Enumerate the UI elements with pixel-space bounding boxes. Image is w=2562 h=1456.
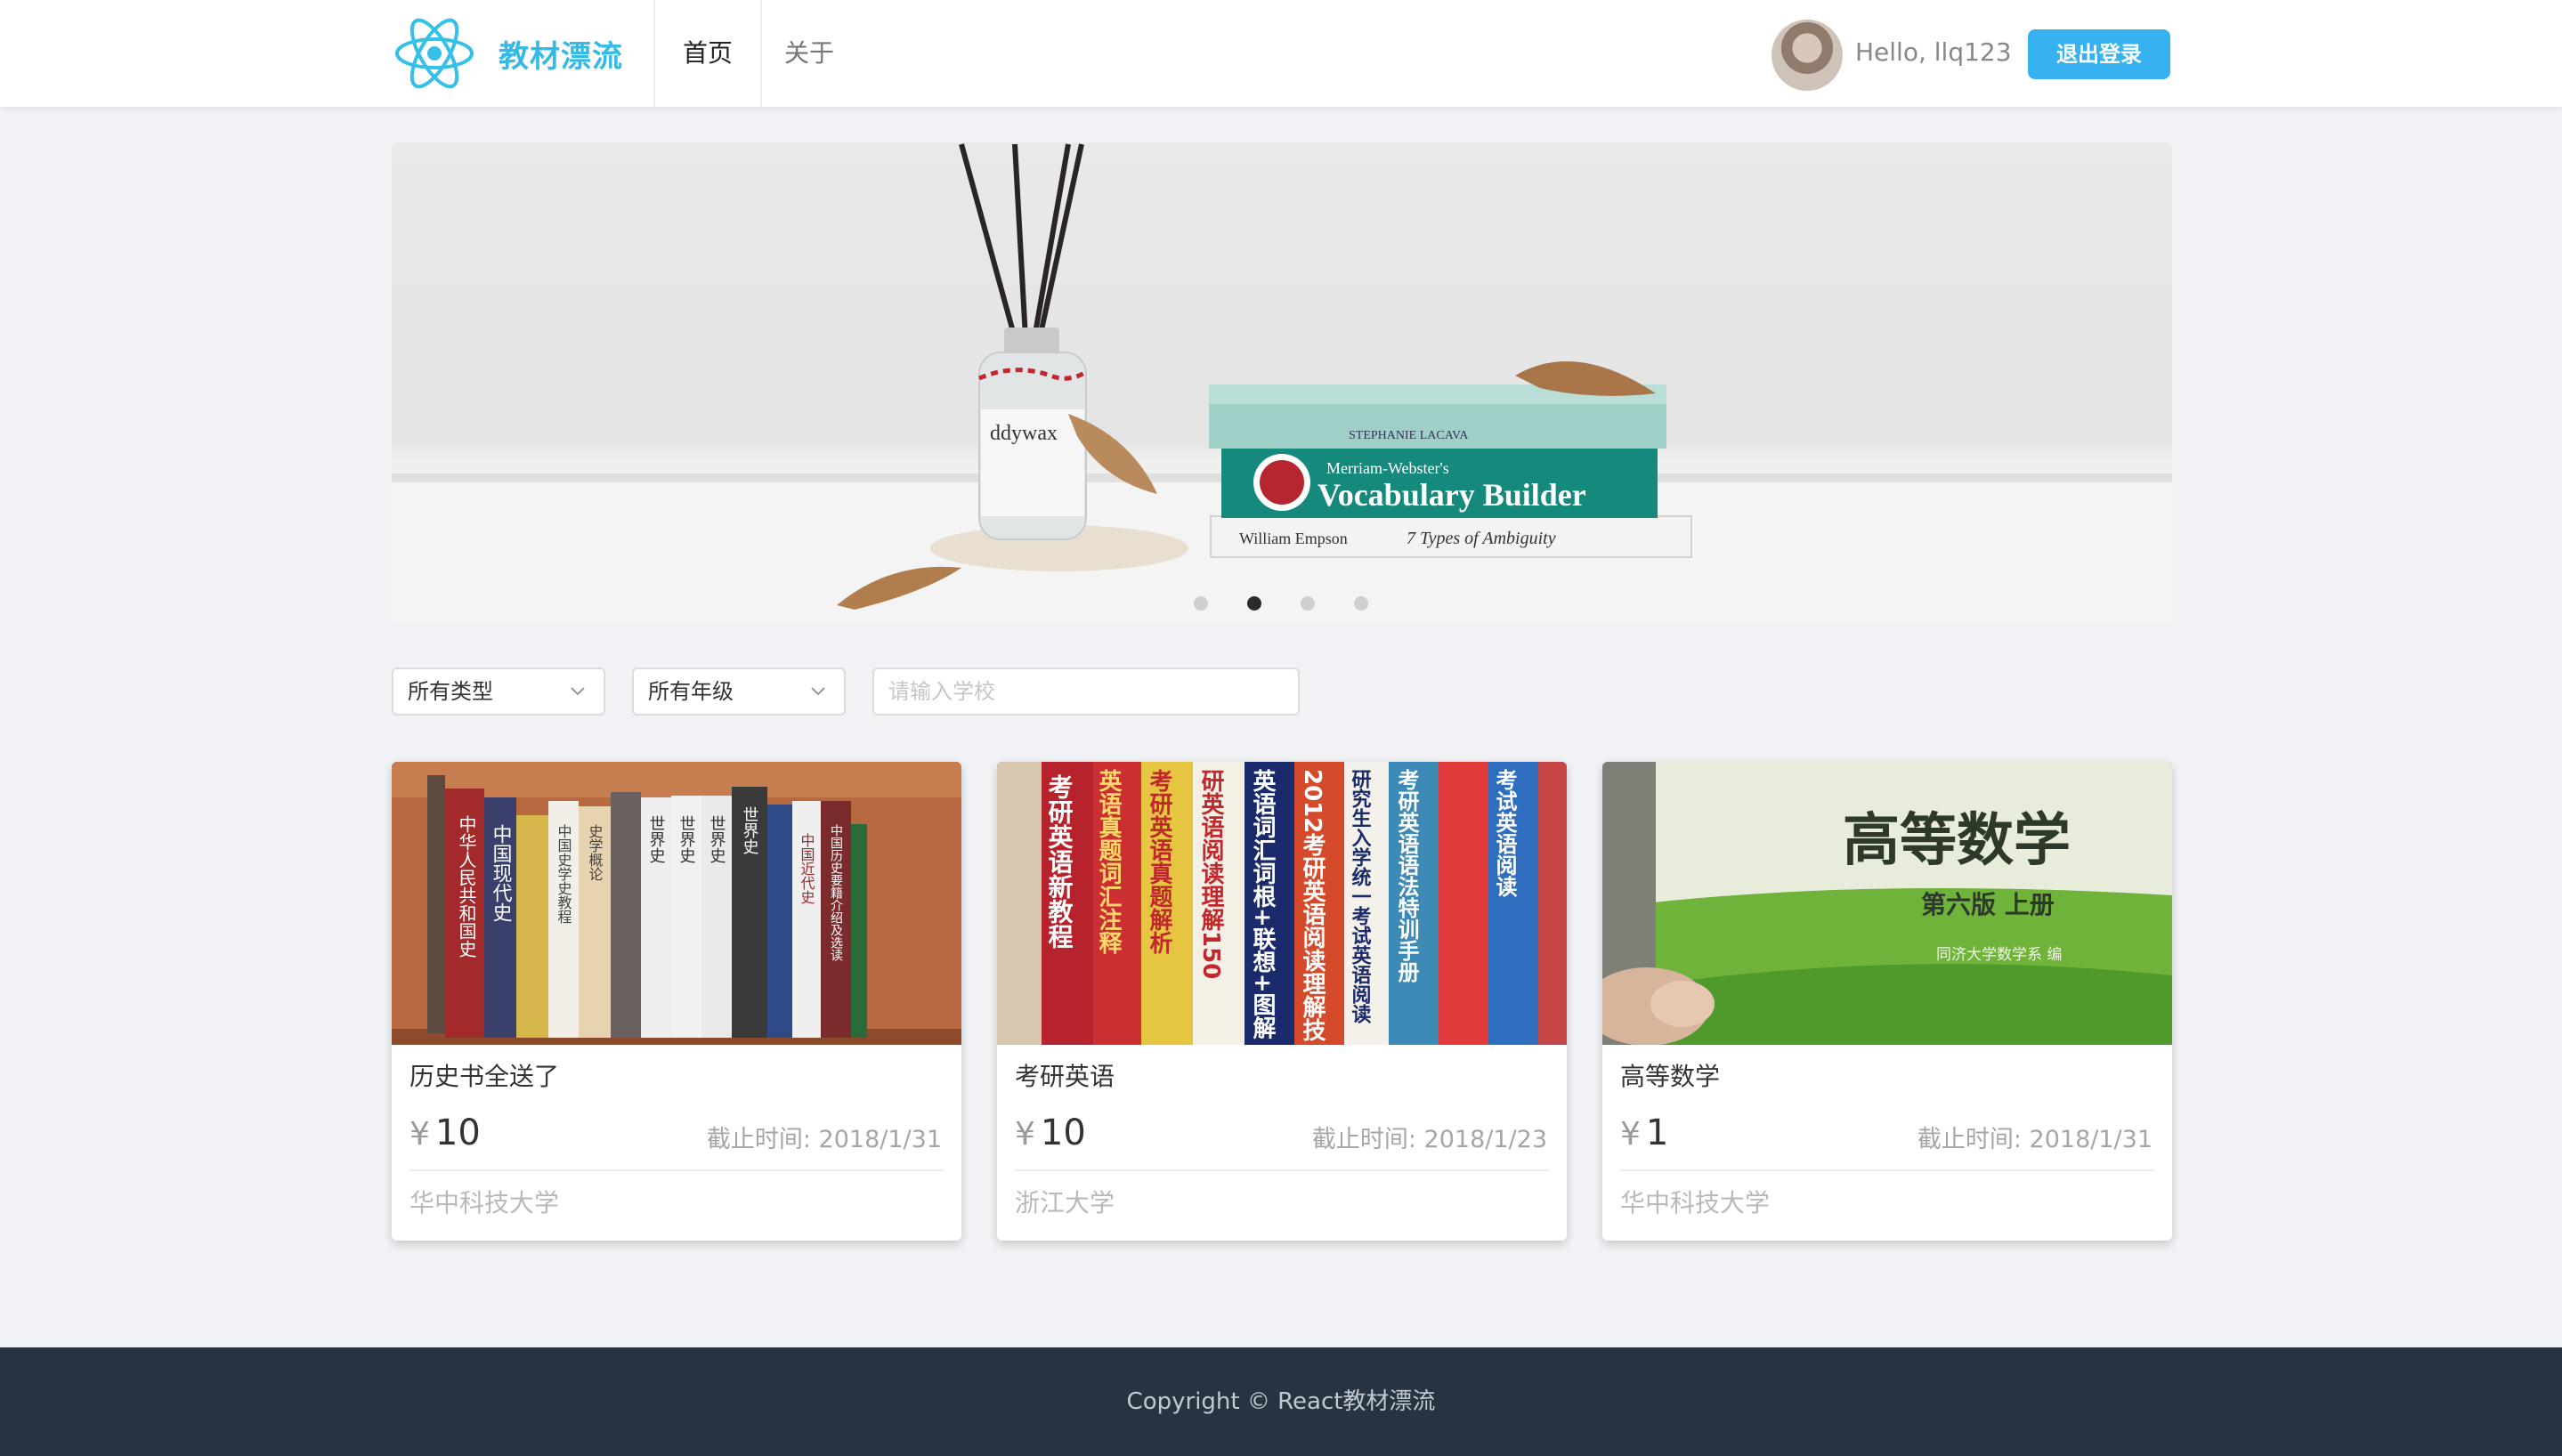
spine-text: 世界史	[741, 806, 759, 854]
user-avatar[interactable]	[1772, 20, 1843, 91]
listing-deadline: 截止时间: 2018/1/23	[1311, 1126, 1547, 1153]
nav-home[interactable]: 首页	[653, 0, 762, 107]
carousel-dot-4[interactable]	[1354, 596, 1368, 611]
listing-title: 考研英语	[1015, 1062, 1115, 1091]
card-divider	[409, 1169, 944, 1171]
type-select[interactable]: 所有类型	[392, 667, 605, 716]
carousel-dot-2[interactable]	[1247, 596, 1261, 611]
spine-text: 考研英语真题解析	[1146, 769, 1172, 955]
spine-text: 考试英语阅读	[1492, 769, 1517, 898]
listing-card[interactable]: 中华人民共和国史 中国现代史 中国史学史教程 史学概论 世界史 世界史 世界史 …	[392, 762, 961, 1241]
spine-text: 世界史	[647, 815, 666, 863]
price-value: 1	[1645, 1112, 1669, 1153]
listing-title: 历史书全送了	[409, 1062, 560, 1091]
cover-title: 高等数学	[1843, 807, 2071, 874]
listing-deadline: 截止时间: 2018/1/31	[1917, 1126, 2153, 1153]
price-value: 10	[434, 1112, 481, 1153]
copyright-text: Copyright © React教材漂流	[1126, 1388, 1436, 1415]
currency-symbol: ¥	[1620, 1116, 1641, 1153]
book-cover-image: 高等数学 第六版 上册 同济大学数学系 编	[1602, 762, 2172, 1045]
user-greeting: Hello, llq123	[1855, 37, 2012, 67]
grade-select-value: 所有年级	[648, 679, 734, 704]
book-author-empson: William Empson	[1239, 530, 1348, 547]
brand-name[interactable]: 教材漂流	[499, 32, 623, 76]
spine-text: 研究生入学统一考试英语阅读	[1349, 769, 1372, 1024]
book-title-vocabulary: Vocabulary Builder	[1317, 477, 1586, 513]
react-logo-icon[interactable]	[393, 14, 475, 93]
banner-carousel[interactable]: ddywax William Empson 7 Types of Ambigui…	[392, 142, 2172, 623]
book-cover-image: 考研英语新教程 英语真题词汇注释 考研英语真题解析 研英语阅读理解150 英语词…	[997, 762, 1567, 1045]
listing-price: ¥10	[1015, 1112, 1086, 1153]
grade-select[interactable]: 所有年级	[632, 667, 846, 716]
type-select-value: 所有类型	[408, 679, 493, 704]
footer: Copyright © React教材漂流	[0, 1347, 2562, 1456]
spine-text: 世界史	[708, 815, 726, 863]
spine-text: 英语词汇词根+联想+图解	[1249, 769, 1276, 1040]
listing-card[interactable]: 高等数学 第六版 上册 同济大学数学系 编 高等数学 ¥1 截止时间: 2018…	[1602, 762, 2172, 1241]
card-divider	[1015, 1169, 1549, 1171]
bottle-label: ddywax	[990, 422, 1058, 445]
spine-text: 中国史学史教程	[555, 824, 572, 924]
book-publisher: Merriam-Webster's	[1326, 459, 1449, 477]
spine-text: 中华人民共和国史	[456, 815, 477, 958]
spine-text: 2012考研英语阅读理解技	[1299, 769, 1326, 1041]
listing-school: 华中科技大学	[1620, 1188, 1771, 1217]
book-cover-image: 中华人民共和国史 中国现代史 中国史学史教程 史学概论 世界史 世界史 世界史 …	[392, 762, 961, 1045]
listing-deadline: 截止时间: 2018/1/31	[706, 1126, 942, 1153]
spine-text: 考研英语语法特训手册	[1394, 769, 1419, 983]
book-title-ambiguity: 7 Types of Ambiguity	[1407, 529, 1556, 548]
spine-text: 史学概论	[587, 824, 604, 881]
banner-image: ddywax William Empson 7 Types of Ambigui…	[392, 143, 2172, 623]
spine-text: 考研英语新教程	[1045, 774, 1074, 949]
listing-price: ¥10	[409, 1112, 481, 1153]
listing-card[interactable]: 考研英语新教程 英语真题词汇注释 考研英语真题解析 研英语阅读理解150 英语词…	[997, 762, 1567, 1241]
top-navbar: 教材漂流 首页 关于 Hello, llq123 退出登录	[0, 0, 2562, 107]
spine-text: 中国历史要籍介绍及选读	[829, 824, 843, 961]
cover-author: 同济大学数学系 编	[1936, 946, 2062, 964]
spine-text: 世界史	[677, 815, 696, 863]
carousel-dot-3[interactable]	[1301, 596, 1315, 611]
spine-text: 研英语阅读理解150	[1197, 769, 1224, 979]
listing-school: 浙江大学	[1015, 1188, 1115, 1217]
book-author-lacava: STEPHANIE LACAVA	[1349, 429, 1469, 442]
spine-text: 中国现代史	[490, 824, 513, 922]
spine-text: 中国近代史	[799, 833, 815, 905]
currency-symbol: ¥	[409, 1116, 430, 1153]
chevron-down-icon	[571, 687, 585, 696]
price-value: 10	[1040, 1112, 1086, 1153]
card-divider	[1620, 1169, 2154, 1171]
chevron-down-icon	[811, 687, 825, 696]
listing-title: 高等数学	[1620, 1062, 1721, 1091]
school-search-input[interactable]	[872, 667, 1300, 716]
listing-price: ¥1	[1620, 1112, 1668, 1153]
spine-text: 英语真题词汇注释	[1095, 769, 1122, 954]
carousel-dot-1[interactable]	[1194, 596, 1208, 611]
nav-about[interactable]: 关于	[760, 0, 858, 107]
cover-edition: 第六版 上册	[1921, 890, 2055, 919]
currency-symbol: ¥	[1015, 1116, 1035, 1153]
logout-button[interactable]: 退出登录	[2028, 29, 2170, 79]
listing-school: 华中科技大学	[409, 1188, 560, 1217]
